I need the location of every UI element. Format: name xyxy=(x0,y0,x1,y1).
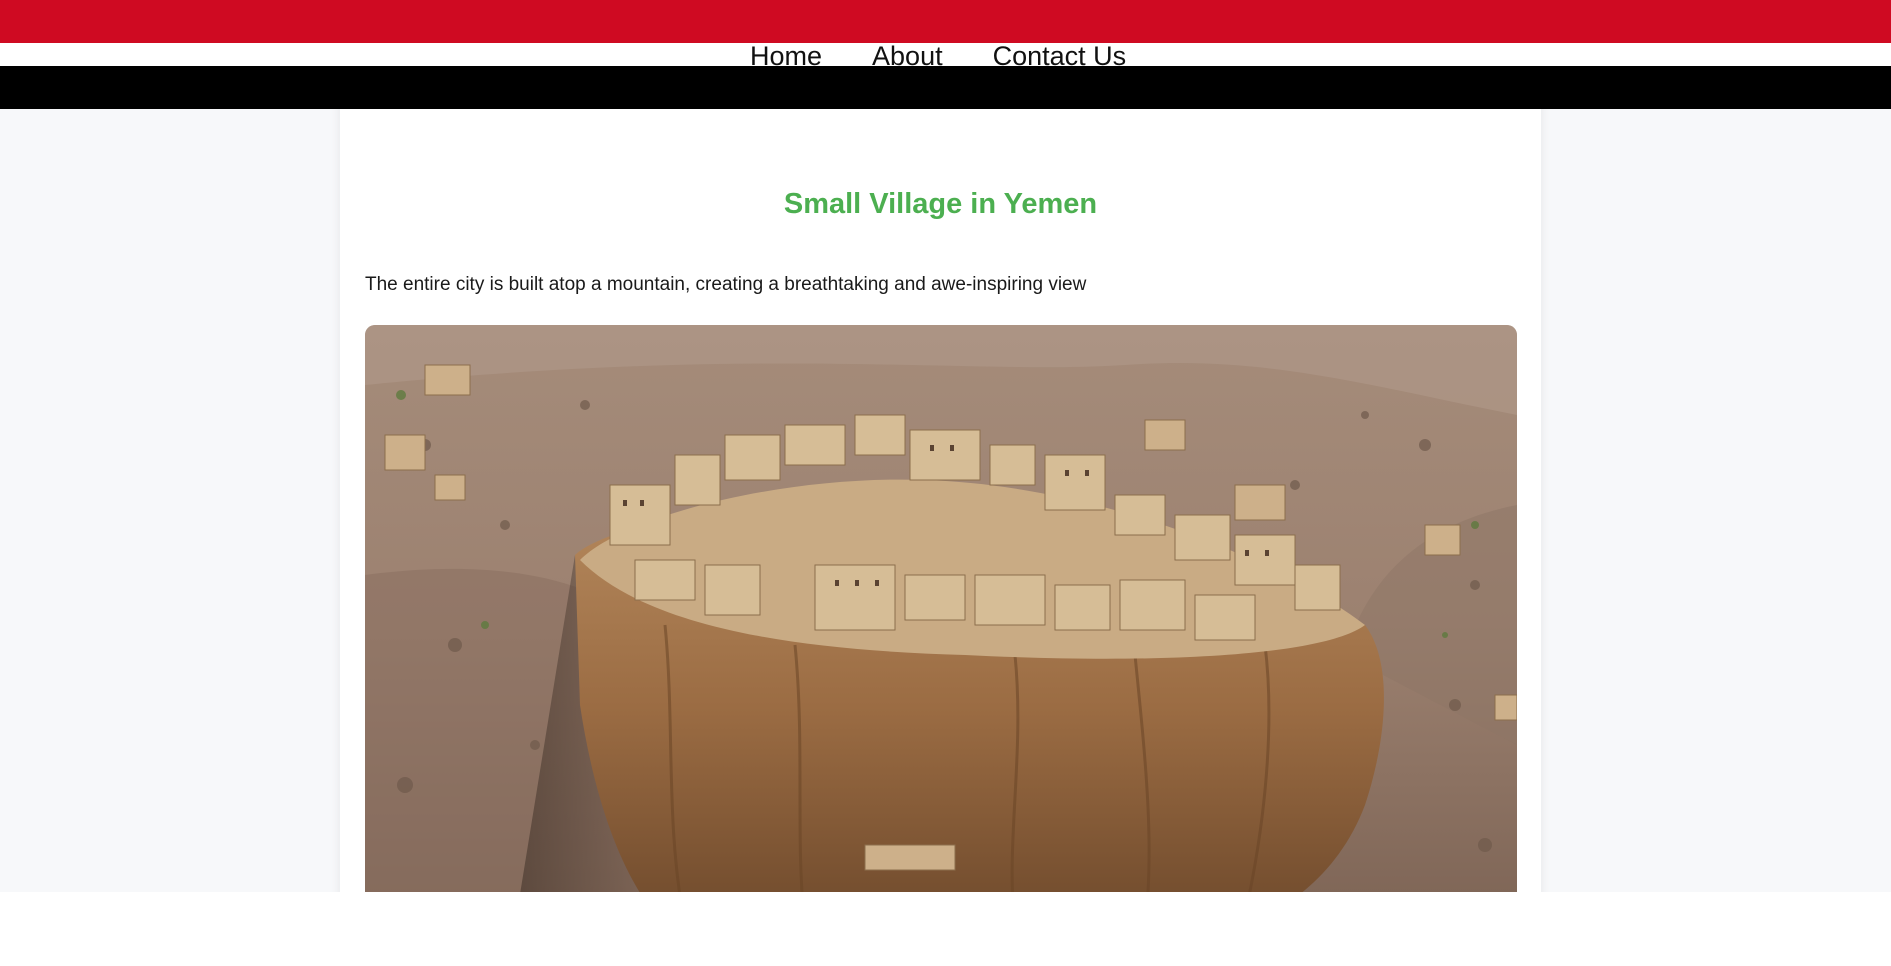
nav-link-home[interactable]: Home xyxy=(750,36,822,76)
page-viewport: Home About Contact Us Small Village in Y… xyxy=(0,0,1891,892)
village-photo xyxy=(365,325,1517,892)
article-title: Small Village in Yemen xyxy=(783,188,1098,220)
content-card: Small Village in Yemen The entire city i… xyxy=(340,72,1541,892)
nav-link-contact-us[interactable]: Contact Us xyxy=(993,36,1127,76)
article-description: The entire city is built atop a mountain… xyxy=(365,274,1087,295)
village-photo-illustration xyxy=(365,325,1517,892)
nav-link-about[interactable]: About xyxy=(872,36,943,76)
main-navigation: Home About Contact Us xyxy=(0,36,1891,76)
